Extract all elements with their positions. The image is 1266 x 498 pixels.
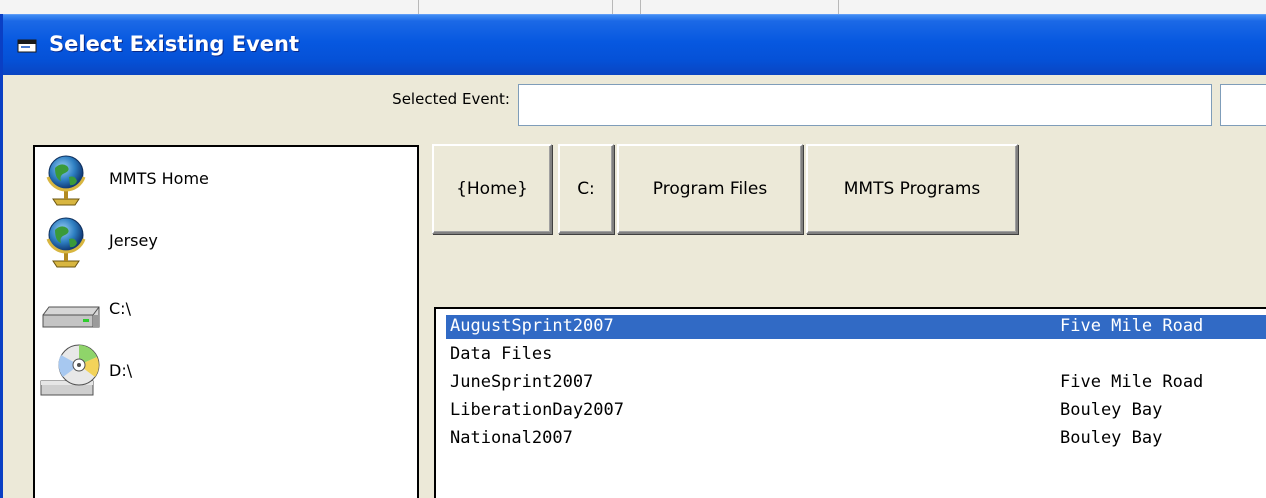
drive-label: C:\ [109,299,131,318]
hard-drive-icon [42,306,100,328]
event-list[interactable]: AugustSprint2007 Five Mile Road Data Fil… [434,307,1266,498]
drive-label: MMTS Home [109,169,209,188]
drive-label: Jersey [109,231,158,250]
window-icon [17,39,37,53]
drive-item-jersey[interactable]: Jersey [35,213,415,269]
breadcrumb-mmts-programs[interactable]: MMTS Programs [806,144,1018,234]
strip-divider [612,0,613,14]
event-location: Five Mile Road [1060,316,1204,336]
event-row[interactable]: Data Files [446,343,1266,367]
event-location: Bouley Bay [1060,400,1163,420]
event-name: Data Files [450,344,553,364]
breadcrumb-program-files[interactable]: Program Files [617,144,803,234]
globe-icon [46,217,86,268]
event-row-selected[interactable]: AugustSprint2007 Five Mile Road [446,315,1266,339]
window-title: Select Existing Event [49,32,299,56]
breadcrumb-c-drive[interactable]: C: [558,144,614,234]
event-name: AugustSprint2007 [450,316,614,336]
event-row[interactable]: JuneSprint2007 Five Mile Road [446,371,1266,395]
selected-event-input[interactable] [518,84,1212,126]
event-location: Five Mile Road [1060,372,1204,392]
event-name: National2007 [450,428,573,448]
event-name: LiberationDay2007 [450,400,624,420]
event-row[interactable]: National2007 Bouley Bay [446,427,1266,451]
cd-drive-icon [40,344,100,396]
strip-divider [838,0,839,14]
desktop-strip [0,0,1266,14]
event-location: Bouley Bay [1060,428,1163,448]
drive-list[interactable]: MMTS Home Jersey C:\ D:\ [33,145,419,498]
drive-item-c[interactable]: C:\ [35,287,415,343]
event-row[interactable]: LiberationDay2007 Bouley Bay [446,399,1266,423]
strip-divider [640,0,641,14]
event-name: JuneSprint2007 [450,372,594,392]
strip-divider [418,0,419,14]
selected-event-label: Selected Event: [392,90,510,108]
selected-event-aux-field[interactable] [1220,84,1266,126]
breadcrumb-home[interactable]: {Home} [432,144,552,234]
drive-label: D:\ [109,361,133,380]
globe-icon [46,155,86,206]
title-bar[interactable]: Select Existing Event [3,14,1266,75]
drive-item-mmts-home[interactable]: MMTS Home [35,151,415,207]
drive-item-d[interactable]: D:\ [35,343,415,399]
